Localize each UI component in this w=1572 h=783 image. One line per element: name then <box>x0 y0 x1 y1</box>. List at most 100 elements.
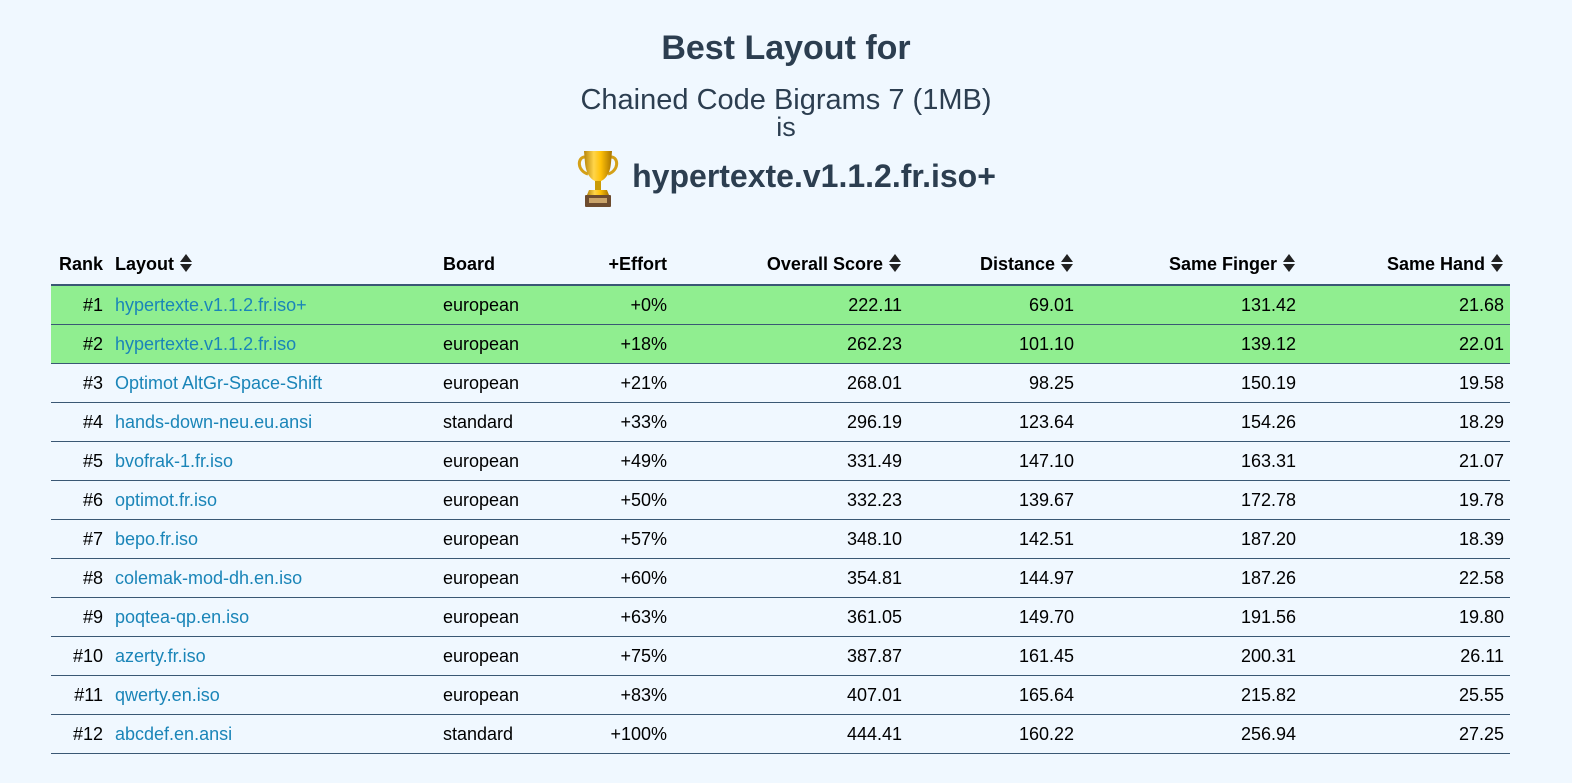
cell-distance: 165.64 <box>908 675 1080 715</box>
cell-layout: optimot.fr.iso <box>109 480 437 520</box>
layout-link[interactable]: abcdef.en.ansi <box>115 724 232 744</box>
cell-same-finger: 131.42 <box>1080 285 1302 325</box>
results-table: Rank Layout Board +Effort Overall Score … <box>51 244 1510 754</box>
table-row: #11 qwerty.en.iso european +83% 407.01 165.64… <box>51 675 1510 715</box>
cell-effort: +21% <box>555 363 673 403</box>
cell-same-hand: 26.11 <box>1302 636 1510 676</box>
cell-same-finger: 172.78 <box>1080 480 1302 520</box>
cell-board: european <box>437 324 555 364</box>
cell-same-finger: 163.31 <box>1080 441 1302 481</box>
sort-icon[interactable] <box>1060 253 1074 273</box>
cell-overall-score: 296.19 <box>673 402 908 442</box>
cell-layout: bepo.fr.iso <box>109 519 437 559</box>
is-label: is <box>776 112 796 142</box>
cell-distance: 142.51 <box>908 519 1080 559</box>
table-row: #9 poqtea-qp.en.iso european +63% 361.05 149.… <box>51 597 1510 637</box>
cell-rank: #3 <box>51 363 109 403</box>
cell-layout: Optimot AltGr-Space-Shift <box>109 363 437 403</box>
cell-rank: #7 <box>51 519 109 559</box>
cell-effort: +18% <box>555 324 673 364</box>
cell-board: european <box>437 597 555 637</box>
column-header-overall-score[interactable]: Overall Score <box>673 244 908 286</box>
cell-distance: 160.22 <box>908 714 1080 754</box>
sort-icon[interactable] <box>179 253 193 273</box>
table-body: #1 hypertexte.v1.1.2.fr.iso+ european +0% 22… <box>51 285 1510 754</box>
cell-overall-score: 361.05 <box>673 597 908 637</box>
cell-rank: #5 <box>51 441 109 481</box>
layout-link[interactable]: bvofrak-1.fr.iso <box>115 451 233 471</box>
column-header-layout[interactable]: Layout <box>109 244 437 286</box>
cell-rank: #6 <box>51 480 109 520</box>
cell-rank: #2 <box>51 324 109 364</box>
cell-rank: #12 <box>51 714 109 754</box>
table-row: #10 azerty.fr.iso european +75% 387.87 161.45… <box>51 636 1510 676</box>
cell-overall-score: 348.10 <box>673 519 908 559</box>
cell-distance: 144.97 <box>908 558 1080 598</box>
winner-layout-name: hypertexte.v1.1.2.fr.iso+ <box>632 158 996 194</box>
cell-overall-score: 331.49 <box>673 441 908 481</box>
cell-layout: hypertexte.v1.1.2.fr.iso+ <box>109 285 437 325</box>
table-row: #6 optimot.fr.iso european +50% 332.23 139.67… <box>51 480 1510 520</box>
layout-link[interactable]: hypertexte.v1.1.2.fr.iso <box>115 334 296 354</box>
cell-same-finger: 187.20 <box>1080 519 1302 559</box>
sort-icon[interactable] <box>1282 253 1296 273</box>
cell-overall-score: 444.41 <box>673 714 908 754</box>
cell-same-hand: 18.29 <box>1302 402 1510 442</box>
cell-overall-score: 262.23 <box>673 324 908 364</box>
cell-layout: qwerty.en.iso <box>109 675 437 715</box>
column-header-effort: +Effort <box>555 244 673 286</box>
cell-rank: #10 <box>51 636 109 676</box>
column-header-same-hand[interactable]: Same Hand <box>1302 244 1510 286</box>
cell-same-finger: 200.31 <box>1080 636 1302 676</box>
layout-link[interactable]: poqtea-qp.en.iso <box>115 607 249 627</box>
cell-board: european <box>437 558 555 598</box>
cell-board: european <box>437 675 555 715</box>
cell-same-finger: 154.26 <box>1080 402 1302 442</box>
sort-icon[interactable] <box>888 253 902 273</box>
column-header-distance[interactable]: Distance <box>908 244 1080 286</box>
layout-link[interactable]: bepo.fr.iso <box>115 529 198 549</box>
sort-icon[interactable] <box>1490 253 1504 273</box>
cell-same-hand: 21.07 <box>1302 441 1510 481</box>
cell-layout: poqtea-qp.en.iso <box>109 597 437 637</box>
cell-effort: +33% <box>555 402 673 442</box>
cell-same-finger: 139.12 <box>1080 324 1302 364</box>
cell-same-hand: 25.55 <box>1302 675 1510 715</box>
column-header-same-finger[interactable]: Same Finger <box>1080 244 1302 286</box>
cell-effort: +0% <box>555 285 673 325</box>
cell-overall-score: 387.87 <box>673 636 908 676</box>
cell-same-finger: 187.26 <box>1080 558 1302 598</box>
cell-board: european <box>437 285 555 325</box>
cell-board: standard <box>437 714 555 754</box>
cell-board: standard <box>437 402 555 442</box>
cell-rank: #8 <box>51 558 109 598</box>
cell-board: european <box>437 480 555 520</box>
cell-board: european <box>437 519 555 559</box>
layout-link[interactable]: optimot.fr.iso <box>115 490 217 510</box>
cell-layout: bvofrak-1.fr.iso <box>109 441 437 481</box>
cell-overall-score: 354.81 <box>673 558 908 598</box>
cell-overall-score: 332.23 <box>673 480 908 520</box>
table-row: #12 abcdef.en.ansi standard +100% 444.41 160.… <box>51 714 1510 754</box>
layout-link[interactable]: hands-down-neu.eu.ansi <box>115 412 312 432</box>
cell-distance: 123.64 <box>908 402 1080 442</box>
layout-link[interactable]: azerty.fr.iso <box>115 646 206 666</box>
cell-board: european <box>437 363 555 403</box>
layout-link[interactable]: hypertexte.v1.1.2.fr.iso+ <box>115 295 307 315</box>
cell-rank: #4 <box>51 402 109 442</box>
layout-link[interactable]: qwerty.en.iso <box>115 685 220 705</box>
cell-rank: #1 <box>51 285 109 325</box>
table-row: #2 hypertexte.v1.1.2.fr.iso european +18% 26… <box>51 324 1510 364</box>
cell-same-hand: 27.25 <box>1302 714 1510 754</box>
page-title: Best Layout for <box>661 29 911 67</box>
layout-link[interactable]: colemak-mod-dh.en.iso <box>115 568 302 588</box>
cell-same-hand: 22.01 <box>1302 324 1510 364</box>
cell-effort: +75% <box>555 636 673 676</box>
cell-same-hand: 18.39 <box>1302 519 1510 559</box>
layout-link[interactable]: Optimot AltGr-Space-Shift <box>115 373 322 393</box>
cell-same-hand: 22.58 <box>1302 558 1510 598</box>
table-row: #3 Optimot AltGr-Space-Shift european +21% 2… <box>51 363 1510 403</box>
cell-same-hand: 19.78 <box>1302 480 1510 520</box>
cell-same-finger: 256.94 <box>1080 714 1302 754</box>
cell-board: european <box>437 636 555 676</box>
